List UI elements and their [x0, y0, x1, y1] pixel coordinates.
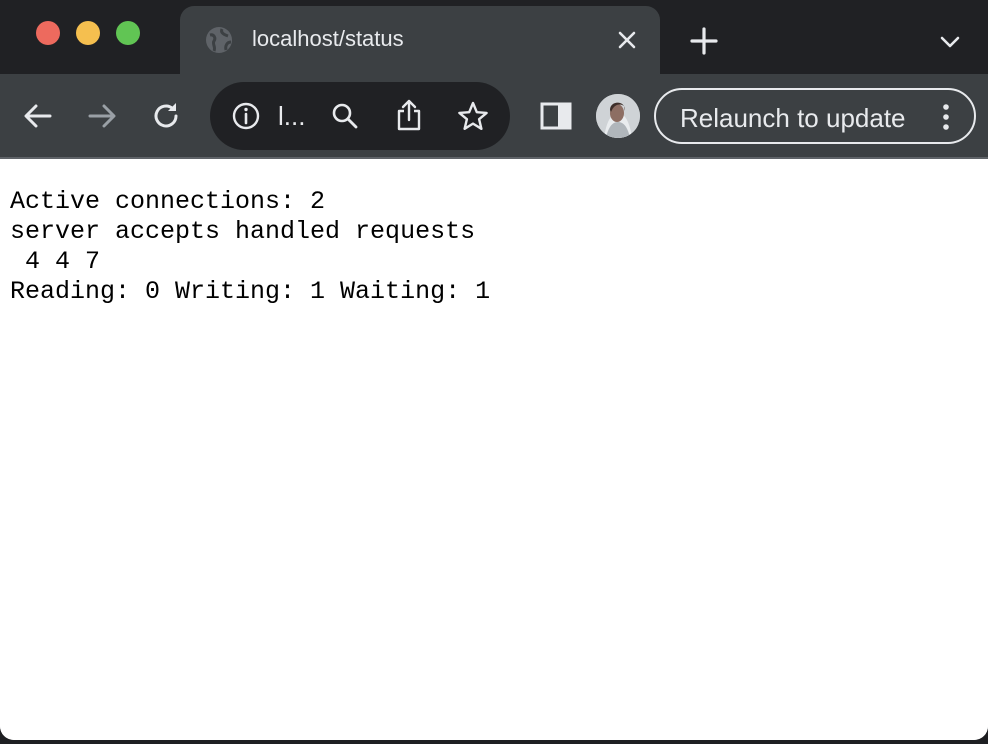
toolbar: l... Relaunch to update — [0, 74, 988, 158]
status-line-header: server accepts handled requests — [10, 217, 476, 246]
close-icon[interactable] — [613, 26, 641, 54]
side-panel-icon[interactable] — [538, 98, 574, 134]
info-icon[interactable] — [230, 100, 262, 132]
globe-icon — [206, 27, 232, 53]
status-line-active-connections: Active connections: 2 — [10, 187, 326, 216]
window-minimize-button[interactable] — [76, 21, 100, 45]
relaunch-label: Relaunch to update — [680, 103, 906, 133]
kebab-menu-icon[interactable] — [936, 102, 956, 132]
relaunch-to-update-button[interactable]: Relaunch to update — [654, 88, 976, 144]
share-icon[interactable] — [394, 98, 424, 132]
star-icon[interactable] — [456, 99, 490, 133]
window-maximize-button[interactable] — [116, 21, 140, 45]
status-output: Active connections: 2 server accepts han… — [10, 187, 490, 307]
arrow-right-icon[interactable] — [84, 98, 120, 134]
arrow-left-icon[interactable] — [20, 98, 56, 134]
reload-icon[interactable] — [148, 98, 184, 134]
tab-strip: localhost/status — [0, 0, 988, 74]
url-text[interactable]: l... — [278, 101, 305, 132]
browser-window: localhost/status l... Relaunch to update… — [0, 0, 988, 740]
address-bar[interactable]: l... — [210, 82, 510, 150]
window-close-button[interactable] — [36, 21, 60, 45]
desktop-background — [0, 740, 988, 744]
page-content: Active connections: 2 server accepts han… — [0, 159, 988, 740]
tab-title: localhost/status — [252, 26, 404, 51]
chevron-down-icon[interactable] — [936, 28, 964, 56]
plus-icon[interactable] — [688, 25, 720, 57]
search-icon[interactable] — [330, 101, 360, 131]
status-line-reading-writing-waiting: Reading: 0 Writing: 1 Waiting: 1 — [10, 277, 491, 306]
tab-localhost-status[interactable]: localhost/status — [180, 6, 660, 74]
profile-photo-icon — [596, 94, 640, 138]
status-line-counts: 4 4 7 — [10, 247, 101, 276]
avatar[interactable] — [596, 94, 640, 138]
